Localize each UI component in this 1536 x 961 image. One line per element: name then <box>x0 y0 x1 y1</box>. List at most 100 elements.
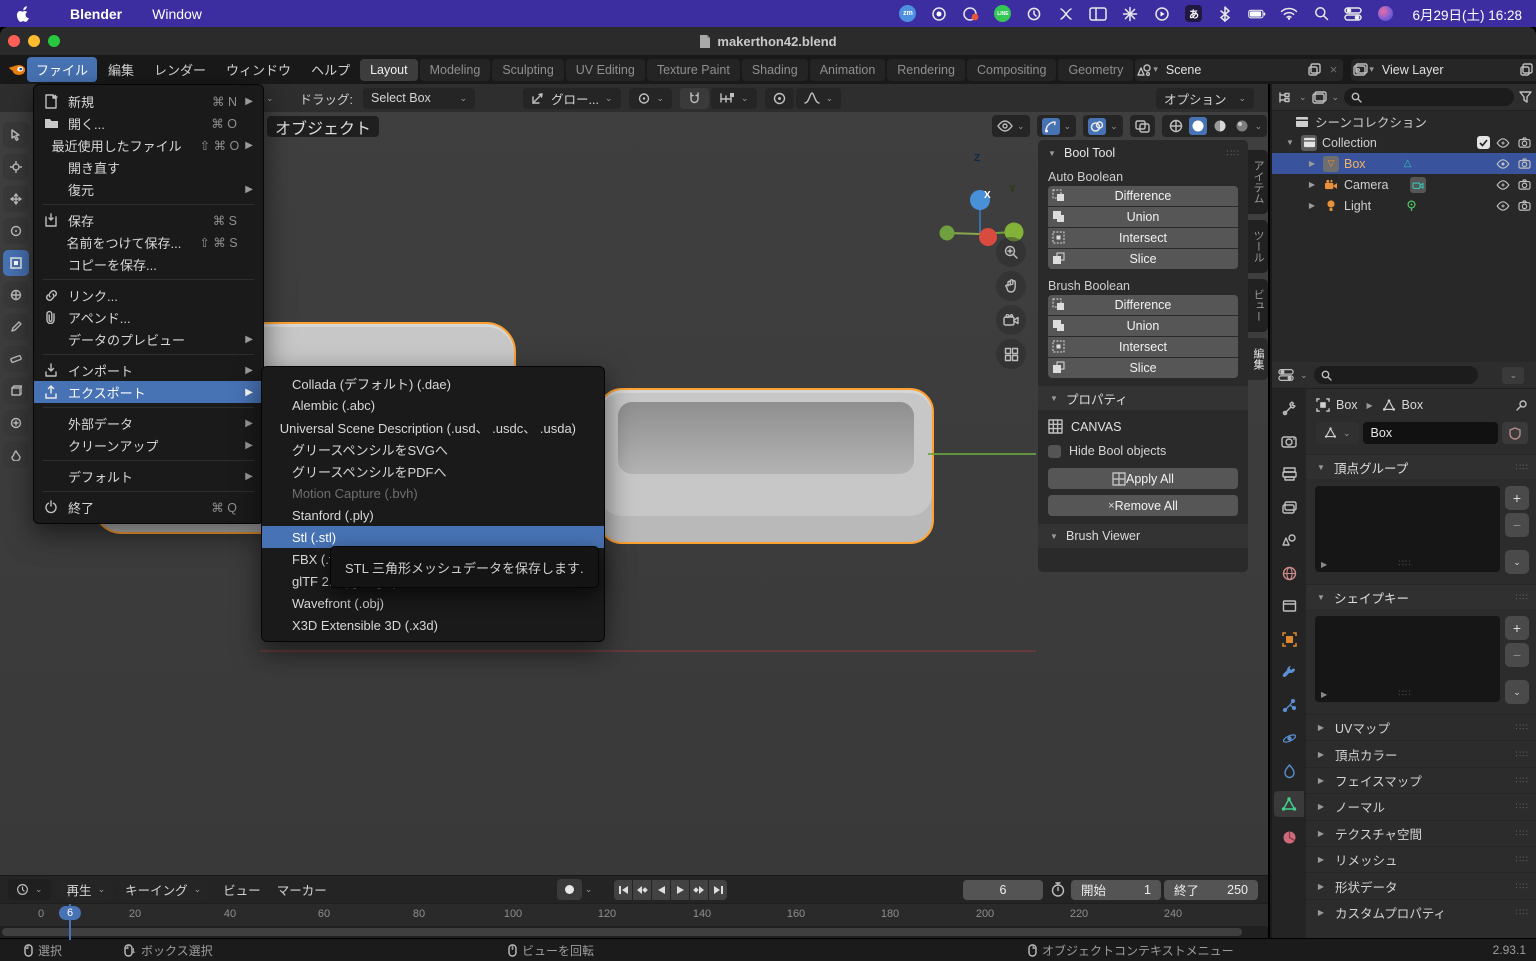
breadcrumb-object[interactable]: Box <box>1336 398 1358 412</box>
proportional-editing-toggle[interactable] <box>765 88 794 109</box>
tab-material-icon[interactable] <box>1274 824 1304 850</box>
render-visibility-icon[interactable] <box>1516 177 1532 193</box>
view-layer-selector[interactable]: ▾ View Layer × <box>1351 59 1536 81</box>
play-reverse-button[interactable] <box>652 880 670 900</box>
menu-item-new[interactable]: 新規⌘ N▶ <box>34 90 263 112</box>
mesh-name-field[interactable]: Box <box>1363 422 1498 444</box>
pan-view-icon[interactable] <box>996 271 1026 301</box>
menu-render[interactable]: レンダー <box>145 57 215 82</box>
scene-collection-row[interactable]: シーンコレクション <box>1272 111 1536 132</box>
hide-bool-checkbox[interactable] <box>1048 445 1061 458</box>
shading-solid-icon[interactable] <box>1189 117 1207 135</box>
collection-checkbox[interactable] <box>1477 136 1490 149</box>
tab-constraints-icon[interactable] <box>1274 758 1304 784</box>
hide-eye-icon[interactable] <box>1495 198 1511 214</box>
menu-item-link[interactable]: リンク... <box>34 284 263 306</box>
tab-world-icon[interactable] <box>1274 560 1304 586</box>
tab-collection-icon[interactable] <box>1274 593 1304 619</box>
tab-view-layer-icon[interactable] <box>1274 494 1304 520</box>
tab-view[interactable]: ビュー <box>1248 279 1268 332</box>
export-item-collada[interactable]: Collada (デフォルト) (.dae) <box>262 372 604 394</box>
tab-render-icon[interactable] <box>1274 428 1304 454</box>
xray-toggle[interactable] <box>1130 115 1155 137</box>
blender-logo-icon[interactable] <box>8 62 26 78</box>
export-item-x3d[interactable]: X3D Extensible 3D (.x3d) <box>262 614 604 636</box>
menu-help[interactable]: ヘルプ <box>302 57 359 82</box>
spotlight-search-icon[interactable] <box>1312 6 1330 22</box>
tool-select-icon[interactable] <box>3 122 29 148</box>
x-app-icon[interactable] <box>1057 6 1075 22</box>
tool-paint-icon[interactable] <box>3 442 29 468</box>
tab-layout[interactable]: Layout <box>360 59 418 81</box>
panel-face-maps[interactable]: ▶フェイスマップ∷∷ <box>1306 767 1536 793</box>
playback-menu[interactable]: 再生⌄ <box>59 879 114 900</box>
asterisk-app-icon[interactable] <box>1121 6 1139 22</box>
tab-particles-icon[interactable] <box>1274 692 1304 718</box>
timeline-ruler[interactable]: 0 20 40 60 80 100 120 140 160 180 200 22… <box>0 903 1268 926</box>
menu-item-export[interactable]: エクスポート▶ <box>34 381 263 403</box>
sidebar-app-icon[interactable] <box>1089 6 1107 22</box>
new-view-layer-icon[interactable] <box>1518 62 1536 78</box>
pin-icon[interactable] <box>1515 399 1528 412</box>
panel-remesh[interactable]: ▶リメッシュ∷∷ <box>1306 846 1536 872</box>
tab-object-data-icon-active[interactable] <box>1274 791 1304 817</box>
tab-item[interactable]: アイテム <box>1248 150 1268 214</box>
tab-output-icon[interactable] <box>1274 461 1304 487</box>
panel-texture-space[interactable]: ▶テクスチャ空間∷∷ <box>1306 820 1536 846</box>
outliner-display-mode-icon[interactable] <box>1312 91 1327 104</box>
filter-icon[interactable] <box>1519 91 1532 103</box>
auto-difference-button[interactable]: Difference <box>1048 186 1238 206</box>
view-menu[interactable]: ビュー <box>223 880 261 899</box>
navigation-gizmo[interactable]: Z Y X <box>934 152 1030 248</box>
menu-item-save-as[interactable]: 名前をつけて保存...⇧ ⌘ S <box>34 231 263 253</box>
tab-sculpting[interactable]: Sculpting <box>492 59 563 81</box>
zoom-app-icon[interactable]: zm <box>899 5 916 22</box>
vertex-groups-panel-header[interactable]: ▼ 頂点グループ ∷∷ <box>1306 454 1536 479</box>
menu-item-revert[interactable]: 開き直す <box>34 156 263 178</box>
show-hide-dropdown[interactable]: ⌄ <box>992 115 1030 137</box>
jump-to-start-button[interactable] <box>614 880 632 900</box>
play-button[interactable] <box>671 880 689 900</box>
siri-icon[interactable] <box>1376 6 1394 22</box>
next-keyframe-button[interactable] <box>690 880 708 900</box>
expand-icon[interactable]: ▶ <box>1306 201 1318 210</box>
tab-edit[interactable]: 編集 <box>1248 338 1268 380</box>
expand-icon[interactable]: ▶ <box>1306 159 1318 168</box>
menu-item-defaults[interactable]: デフォルト▶ <box>34 465 263 487</box>
object-row-light[interactable]: ▶ Light <box>1272 195 1536 216</box>
current-frame-field[interactable]: 6 <box>963 880 1043 900</box>
wifi-icon[interactable] <box>1280 6 1298 22</box>
shape-keys-list[interactable]: ▶ ∷∷ <box>1315 616 1500 702</box>
tool-add-cube-icon[interactable] <box>3 378 29 404</box>
play-circle-icon[interactable] <box>1153 6 1171 22</box>
export-item-stanford[interactable]: Stanford (.ply) <box>262 504 604 526</box>
scene-selector[interactable]: ▾ Scene × <box>1135 59 1343 81</box>
frame-start-field[interactable]: 開始 1 <box>1071 880 1161 900</box>
zoom-view-icon[interactable] <box>996 237 1026 267</box>
panel-grip[interactable]: ∷∷ <box>1227 148 1240 159</box>
overlays-toggle[interactable]: ⌄ <box>1083 115 1123 137</box>
render-visibility-icon[interactable] <box>1516 156 1532 172</box>
panel-custom-properties[interactable]: ▶カスタムプロパティ∷∷ <box>1306 899 1536 925</box>
tab-shading[interactable]: Shading <box>742 59 808 81</box>
battery-icon[interactable] <box>1248 6 1266 22</box>
add-shape-key-button[interactable]: + <box>1505 616 1529 640</box>
object-row-box[interactable]: ▶ ▽ Box △ <box>1272 153 1536 174</box>
export-item-gpencil-pdf[interactable]: グリースペンシルをPDFへ <box>262 460 604 482</box>
menu-item-append[interactable]: アペンド... <box>34 306 263 328</box>
hide-bool-objects-row[interactable]: Hide Bool objects <box>1038 438 1248 464</box>
menu-item-save-copy[interactable]: コピーを保存... <box>34 253 263 275</box>
tab-texture-paint[interactable]: Texture Paint <box>647 59 740 81</box>
marker-menu[interactable]: マーカー <box>277 880 327 899</box>
brush-union-button[interactable]: Union <box>1048 316 1238 336</box>
jump-to-end-button[interactable] <box>709 880 727 900</box>
apply-all-button[interactable]: Apply All <box>1048 468 1238 489</box>
collection-row[interactable]: ▼ Collection <box>1272 132 1536 153</box>
shape-key-specials-button[interactable]: ⌄ <box>1505 680 1529 704</box>
tool-cursor-icon[interactable] <box>3 154 29 180</box>
tab-rendering[interactable]: Rendering <box>887 59 965 81</box>
orientation-dropdown[interactable]: グロー... ⌄ <box>523 88 620 109</box>
export-item-wavefront[interactable]: Wavefront (.obj) <box>262 592 604 614</box>
auto-keying-chevron[interactable]: ⌄ <box>585 884 593 895</box>
add-vertex-group-button[interactable]: + <box>1505 486 1529 510</box>
